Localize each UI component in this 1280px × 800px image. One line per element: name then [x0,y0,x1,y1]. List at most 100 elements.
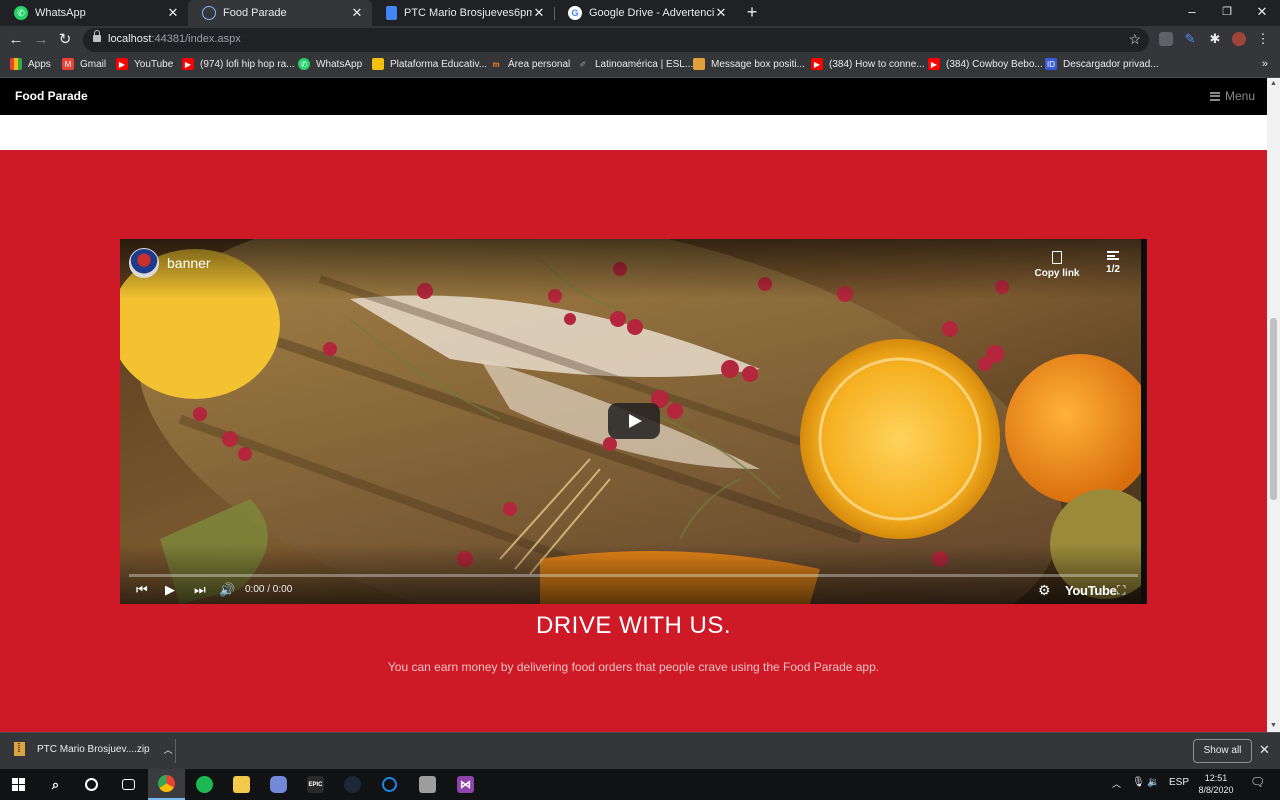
restore-button[interactable]: ❐ [1210,0,1244,26]
chevron-up-icon[interactable]: ︿ [164,743,173,756]
windows-logo-icon [12,778,25,791]
page-scrollbar[interactable]: ▲ ▼ [1267,78,1280,732]
bookmark-whatsapp[interactable]: ✆ WhatsApp [298,58,362,70]
menu-button[interactable]: Menu [1209,89,1255,103]
bookmark-latinoamerica[interactable]: ✐ Latinoamérica | ESL... [577,58,694,70]
bookmark-label: Área personal [508,58,571,70]
notifications-icon[interactable]: 🗨 [1250,775,1265,789]
large-play-button[interactable] [608,403,660,439]
bookmark-apps[interactable]: Apps [10,58,51,70]
tab-google-drive[interactable]: G Google Drive - Advertencia de an ✕ [554,0,736,26]
close-tab-icon[interactable]: ✕ [714,5,728,21]
scroll-up-arrow[interactable]: ▲ [1267,78,1280,90]
bookmark-label: Message box positi... [711,58,805,70]
scroll-thumb[interactable] [1270,318,1277,500]
volume-icon[interactable]: 🔊 [219,582,235,598]
chrome-menu-icon[interactable]: ⋮ [1256,32,1270,46]
taskbar-app-gray[interactable] [409,769,446,800]
youtube-logo[interactable]: YouTube [1065,583,1117,598]
taskbar-app-spotify[interactable] [186,769,223,800]
bookmark-label: WhatsApp [316,58,363,70]
taskbar-app-chrome[interactable] [148,769,185,800]
bookmark-message-box[interactable]: Message box positi... [693,58,805,70]
close-tab-icon[interactable]: ✕ [166,5,180,21]
profile-avatar[interactable] [1232,32,1246,46]
tab-whatsapp[interactable]: ✆ WhatsApp ✕ [0,0,188,26]
task-view-button[interactable] [110,769,147,800]
lock-icon [93,30,101,43]
language-indicator[interactable]: ESP [1169,777,1189,788]
bookmark-label: Plataforma Educativ... [390,58,488,70]
microphone-icon[interactable]: 🎙 [1132,777,1145,788]
reload-button[interactable]: ↻ [54,29,76,51]
bookmark-lofi[interactable]: ▶ (974) lofi hip hop ra... [182,58,295,70]
site-brand[interactable]: Food Parade [15,89,88,103]
bookmark-how-to-connect[interactable]: ▶ (384) How to conne... [811,58,925,70]
drive-heading: DRIVE WITH US. [535,612,731,639]
close-tab-icon[interactable]: ✕ [532,5,546,21]
play-icon[interactable]: ▶ [165,582,175,598]
taskbar-app-steam[interactable] [334,769,371,800]
app-blue-icon [382,777,397,792]
settings-gear-icon[interactable]: ⚙ [1038,582,1051,598]
address-bar[interactable]: localhost:44381/index.aspx ☆ [83,28,1149,52]
close-window-button[interactable]: ✕ [1245,0,1279,26]
taskbar-app-visual-studio[interactable]: ⋈ [447,769,484,800]
extension-icon[interactable] [1159,32,1173,46]
tab-food-parade[interactable]: Food Parade ✕ [188,0,372,26]
id-icon: ID [1045,58,1057,70]
close-tab-icon[interactable]: ✕ [350,5,364,21]
channel-avatar[interactable] [129,248,159,278]
video-title[interactable]: banner [167,255,211,271]
system-clock[interactable]: 12:51 8/8/2020 [1194,772,1238,796]
puzzle-extensions-icon[interactable]: ✱ [1208,32,1222,46]
chrome-icon [158,775,175,792]
bookmark-plataforma[interactable]: Plataforma Educativ... [372,58,487,70]
bookmark-label: (384) How to conne... [829,58,925,70]
scroll-down-arrow[interactable]: ▼ [1267,720,1280,732]
speaker-icon[interactable]: 🔉 [1147,777,1159,788]
forward-button[interactable]: → [30,29,52,51]
download-item[interactable]: PTC Mario Brosjuev....zip ︿ [14,742,173,756]
back-button[interactable]: ← [5,29,27,51]
fullscreen-icon[interactable]: ⛶ [1117,582,1125,598]
video-progress-bar[interactable] [129,574,1138,577]
cortana-button[interactable] [73,769,110,800]
copy-link-label: Copy link [1034,268,1080,279]
bookmark-gmail[interactable]: M Gmail [62,58,106,70]
bookmark-youtube[interactable]: ▶ YouTube [116,58,173,70]
playlist-button[interactable]: 1/2 [1102,251,1124,275]
bookmarks-overflow-icon[interactable]: » [1262,58,1268,70]
bookmark-area-personal[interactable]: m Área personal [490,58,570,70]
taskbar-app-explorer[interactable] [223,769,260,800]
tray-overflow-icon[interactable]: ︿ [1112,777,1121,790]
windows-taskbar: ⌕ EPIC ⋈ ︿ 🎙 🔉 ESP 12:51 8/8/2020 🗨 [0,769,1280,800]
url-text[interactable]: localhost:44381/index.aspx [108,33,241,45]
taskbar-app-blue[interactable] [371,769,408,800]
youtube-icon: ▶ [811,58,823,70]
start-button[interactable] [0,769,37,800]
search-button[interactable]: ⌕ [37,769,74,800]
close-downloads-icon[interactable]: ✕ [1259,742,1270,758]
bookmark-star-icon[interactable]: ☆ [1128,31,1141,48]
bookmark-label: Descargador privad... [1063,58,1159,70]
previous-track-icon[interactable]: ⏮ [136,582,148,598]
taskbar-app-discord[interactable] [260,769,297,800]
taskbar-app-epic[interactable]: EPIC [297,769,334,800]
youtube-video-player[interactable]: banner Copy link 1/2 ⏮ ▶ ⏭ 🔊 0:00 / 0:00… [120,239,1147,604]
drive-subtext: You can earn money by delivering food or… [387,660,880,674]
pen-extension-icon[interactable]: ✎ [1183,32,1197,46]
site-navbar: Food Parade Menu [0,78,1267,115]
tab-ptc-zip[interactable]: PTC Mario Brosjueves6pm.zip - G ✕ [372,0,554,26]
next-track-icon[interactable]: ⏭ [194,582,206,598]
copy-link-button[interactable]: Copy link [1034,251,1080,279]
school-icon [372,58,384,70]
bookmark-cowboy-bebop[interactable]: ▶ (384) Cowboy Bebo... [928,58,1043,70]
google-docs-icon [386,6,397,20]
video-letterbox [1141,239,1147,604]
new-tab-button[interactable]: + [742,2,762,24]
minimize-button[interactable]: – [1175,0,1209,26]
bookmark-descargador[interactable]: ID Descargador privad... [1045,58,1159,70]
show-all-button[interactable]: Show all [1193,739,1252,763]
video-time: 0:00 / 0:00 [245,584,293,595]
